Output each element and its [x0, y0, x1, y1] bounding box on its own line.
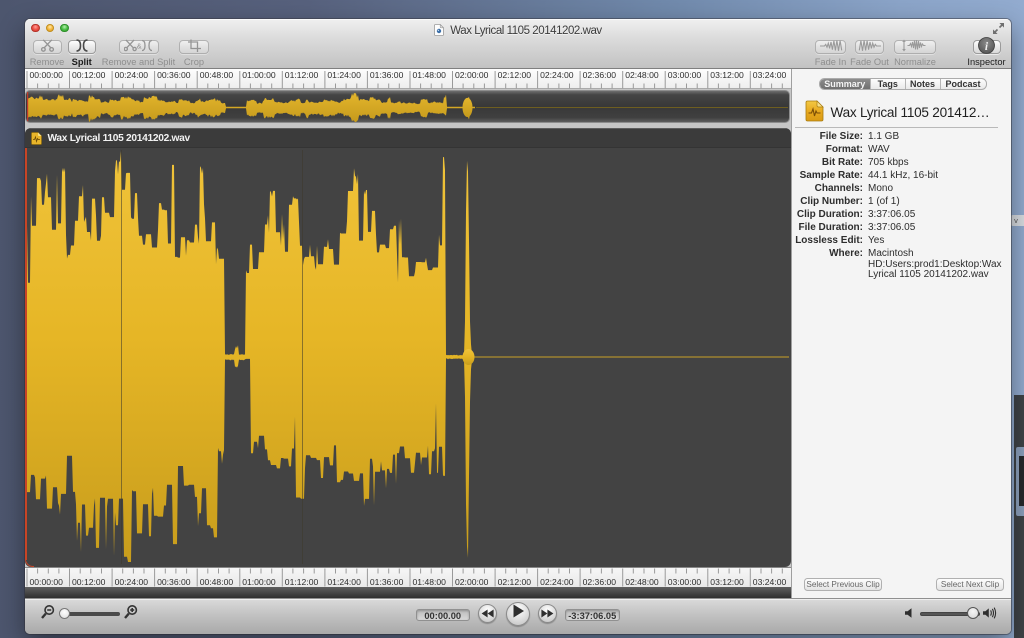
svg-text:02:48:00: 02:48:00	[625, 577, 659, 587]
svg-text:03:00:00: 03:00:00	[668, 577, 702, 587]
svg-text:01:36:00: 01:36:00	[370, 577, 404, 587]
svg-text:02:48:00: 02:48:00	[625, 70, 659, 80]
svg-text:02:36:00: 02:36:00	[583, 70, 617, 80]
svg-text:00:48:00: 00:48:00	[200, 577, 234, 587]
svg-text:00:36:00: 00:36:00	[157, 70, 191, 80]
svg-text:00:12:00: 00:12:00	[72, 577, 106, 587]
svg-text:&: &	[136, 41, 141, 50]
svg-text:03:00:00: 03:00:00	[668, 70, 702, 80]
svg-text:01:24:00: 01:24:00	[327, 70, 361, 80]
svg-text:03:12:00: 03:12:00	[710, 577, 744, 587]
svg-text:02:12:00: 02:12:00	[498, 70, 532, 80]
svg-text:02:00:00: 02:00:00	[455, 577, 489, 587]
svg-text:01:12:00: 01:12:00	[285, 577, 319, 587]
svg-text:00:00:00: 00:00:00	[30, 577, 64, 587]
svg-text:01:12:00: 01:12:00	[285, 70, 319, 80]
svg-text:02:12:00: 02:12:00	[498, 577, 532, 587]
svg-text:00:12:00: 00:12:00	[72, 70, 106, 80]
svg-text:00:48:00: 00:48:00	[200, 70, 234, 80]
svg-text:01:00:00: 01:00:00	[242, 577, 276, 587]
svg-text:02:36:00: 02:36:00	[583, 577, 617, 587]
svg-text:03:24:00: 03:24:00	[753, 70, 787, 80]
svg-text:02:00:00: 02:00:00	[455, 70, 489, 80]
svg-text:01:00:00: 01:00:00	[242, 70, 276, 80]
svg-text:02:24:00: 02:24:00	[540, 70, 574, 80]
svg-text:01:48:00: 01:48:00	[413, 577, 447, 587]
svg-text:01:24:00: 01:24:00	[327, 577, 361, 587]
svg-text:00:36:00: 00:36:00	[157, 577, 191, 587]
svg-text:00:00:00: 00:00:00	[30, 70, 64, 80]
svg-text:00:24:00: 00:24:00	[115, 577, 149, 587]
svg-text:03:12:00: 03:12:00	[710, 70, 744, 80]
svg-text:00:24:00: 00:24:00	[115, 70, 149, 80]
svg-text:02:24:00: 02:24:00	[540, 577, 574, 587]
svg-text:01:36:00: 01:36:00	[370, 70, 404, 80]
svg-text:03:24:00: 03:24:00	[753, 577, 787, 587]
svg-text:01:48:00: 01:48:00	[413, 70, 447, 80]
